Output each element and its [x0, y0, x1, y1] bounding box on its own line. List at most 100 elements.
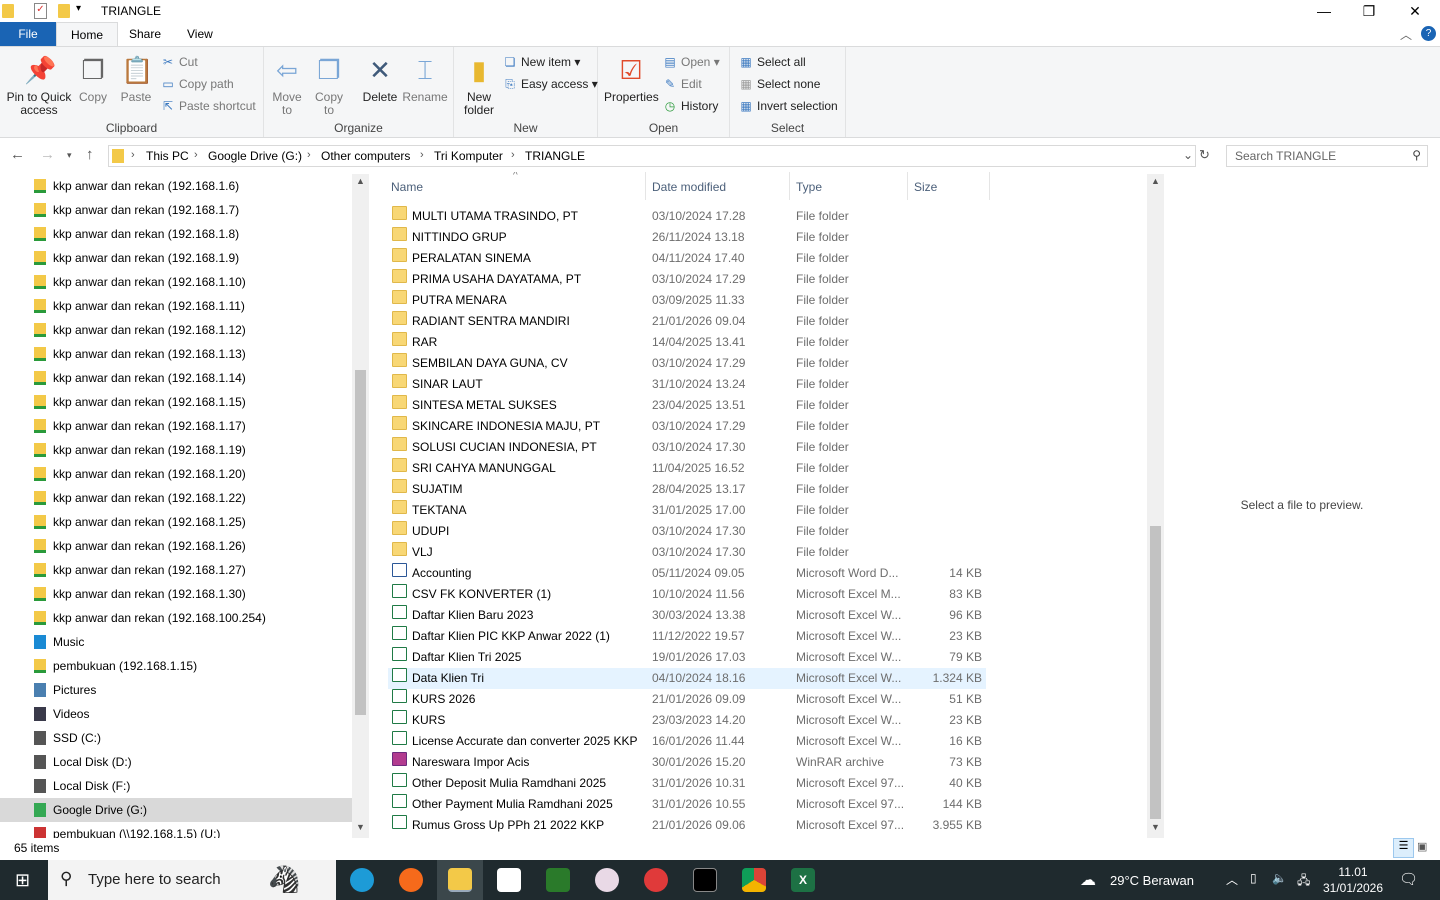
nav-item[interactable]: kkp anwar dan rekan (192.168.1.15) — [0, 390, 352, 414]
address-dropdown-chevron-icon[interactable]: ⌄ — [1183, 148, 1193, 162]
breadcrumb-separator[interactable]: › — [307, 149, 311, 161]
file-row[interactable]: Nareswara Impor Acis 30/01/2026 15.20 WinR… — [388, 752, 986, 773]
nav-item[interactable]: kkp anwar dan rekan (192.168.1.13) — [0, 342, 352, 366]
file-row[interactable]: UDUPI 03/10/2024 17.30 File folder — [388, 521, 986, 542]
nav-item[interactable]: kkp anwar dan rekan (192.168.1.11) — [0, 294, 352, 318]
file-row[interactable]: VLJ 03/10/2024 17.30 File folder — [388, 542, 986, 563]
nav-item[interactable]: Videos — [0, 702, 352, 726]
nav-item[interactable]: SSD (C:) — [0, 726, 352, 750]
nav-item[interactable]: kkp anwar dan rekan (192.168.1.25) — [0, 510, 352, 534]
microsoft-store-icon[interactable] — [497, 868, 521, 892]
history-button[interactable]: ◷ History — [662, 96, 719, 116]
easy-access-button[interactable]: ⎘ Easy access ▾ — [502, 74, 598, 94]
network-icon[interactable]: 🖧 — [1297, 871, 1310, 892]
customize-toolbar-icon[interactable]: ▾ — [76, 3, 81, 14]
file-row[interactable]: Daftar Klien Baru 2023 30/03/2024 13.38 Mi… — [388, 605, 986, 626]
nav-item[interactable]: kkp anwar dan rekan (192.168.1.26) — [0, 534, 352, 558]
close-button[interactable]: ✕ — [1392, 0, 1438, 22]
paste-shortcut-button[interactable]: ⇱ Paste shortcut — [160, 96, 256, 116]
chrome-icon[interactable] — [742, 868, 766, 892]
breadcrumb-tri-komputer[interactable]: Tri Komputer — [434, 149, 503, 163]
nav-item[interactable]: pembukuan (\\192.168.1.5) (U:) — [0, 822, 352, 838]
move-to-button[interactable]: ⇦ Move to — [270, 53, 304, 117]
nav-item[interactable]: kkp anwar dan rekan (192.168.1.27) — [0, 558, 352, 582]
nav-item[interactable]: kkp anwar dan rekan (192.168.1.20) — [0, 462, 352, 486]
app-icon-green[interactable] — [546, 868, 570, 892]
file-row[interactable]: Accounting 05/11/2024 09.05 Microsoft Word… — [388, 563, 986, 584]
copy-to-button[interactable]: ❐ Copy to — [312, 53, 346, 117]
file-row[interactable]: Data Klien Tri 04/10/2024 18.16 Microsoft … — [388, 668, 986, 689]
file-row[interactable]: SINAR LAUT 31/10/2024 13.24 File folder — [388, 374, 986, 395]
refresh-icon[interactable]: ↻ — [1199, 147, 1210, 163]
collapse-ribbon-icon[interactable]: ︿ — [1400, 26, 1412, 43]
file-row[interactable]: Daftar Klien PIC KKP Anwar 2022 (1) 11/12… — [388, 626, 986, 647]
nav-item[interactable]: pembukuan (192.168.1.15) — [0, 654, 352, 678]
back-arrow-icon[interactable]: ← — [10, 146, 25, 163]
open-button[interactable]: ▤ Open ▾ — [662, 52, 719, 72]
breadcrumb-separator[interactable]: › — [420, 149, 424, 161]
invert-selection-button[interactable]: ▦ Invert selection — [738, 96, 837, 116]
details-view-icon[interactable]: ☰ — [1393, 838, 1414, 858]
nav-item[interactable]: kkp anwar dan rekan (192.168.1.30) — [0, 582, 352, 606]
file-explorer-icon[interactable] — [448, 868, 472, 892]
nav-item[interactable]: kkp anwar dan rekan (192.168.1.8) — [0, 222, 352, 246]
notifications-icon[interactable]: 🗨 — [1399, 870, 1418, 888]
file-row[interactable]: RADIANT SENTRA MANDIRI 21/01/2026 09.04 Fi… — [388, 311, 986, 332]
terminal-icon[interactable] — [693, 868, 717, 892]
file-row[interactable]: SOLUSI CUCIAN INDONESIA, PT 03/10/2024 17… — [388, 437, 986, 458]
paste-button[interactable]: 📋 Paste — [118, 53, 154, 104]
nav-item[interactable]: Pictures — [0, 678, 352, 702]
nav-item[interactable]: Music — [0, 630, 352, 654]
breadcrumb-separator[interactable]: › — [131, 149, 135, 161]
clock[interactable]: 11.01 31/01/2026 — [1322, 864, 1384, 896]
file-row[interactable]: License Accurate dan converter 2025 KKP 1… — [388, 731, 986, 752]
nav-item[interactable]: kkp anwar dan rekan (192.168.1.9) — [0, 246, 352, 270]
nav-item[interactable]: kkp anwar dan rekan (192.168.1.10) — [0, 270, 352, 294]
delete-button[interactable]: ✕ Delete — [358, 53, 402, 104]
breadcrumb-other-computers[interactable]: Other computers — [321, 149, 410, 163]
tab-view[interactable]: View — [173, 22, 227, 46]
large-icons-view-icon[interactable]: ▣ — [1417, 840, 1433, 856]
nav-item[interactable]: kkp anwar dan rekan (192.168.1.14) — [0, 366, 352, 390]
maximize-button[interactable]: ❐ — [1346, 0, 1392, 22]
nav-item[interactable]: kkp anwar dan rekan (192.168.1.12) — [0, 318, 352, 342]
breadcrumb-this-pc[interactable]: This PC — [146, 149, 189, 163]
file-row[interactable]: Daftar Klien Tri 2025 19/01/2026 17.03 Mic… — [388, 647, 986, 668]
up-arrow-icon[interactable]: ↑ — [86, 146, 94, 163]
nav-item[interactable]: kkp anwar dan rekan (192.168.1.6) — [0, 174, 352, 198]
file-row[interactable]: CSV FK KONVERTER (1) 10/10/2024 11.56 Micr… — [388, 584, 986, 605]
nav-item[interactable]: kkp anwar dan rekan (192.168.100.254) — [0, 606, 352, 630]
nav-item[interactable]: kkp anwar dan rekan (192.168.1.19) — [0, 438, 352, 462]
file-row[interactable]: PUTRA MENARA 03/09/2025 11.33 File folder — [388, 290, 986, 311]
file-row[interactable]: SEMBILAN DAYA GUNA, CV 03/10/2024 17.29 Fi… — [388, 353, 986, 374]
scroll-down-icon[interactable]: ▼ — [1151, 822, 1160, 832]
file-row[interactable]: KURS 23/03/2023 14.20 Microsoft Excel W...… — [388, 710, 986, 731]
minimize-button[interactable]: — — [1301, 0, 1347, 22]
file-row[interactable]: KURS 2026 21/01/2026 09.09 Microsoft Excel… — [388, 689, 986, 710]
file-row[interactable]: SUJATIM 28/04/2025 13.17 File folder — [388, 479, 986, 500]
volume-icon[interactable]: 🔈 — [1272, 871, 1287, 885]
pin-quick-access-button[interactable]: 📌 Pin to Quick access — [4, 53, 74, 117]
device-icon[interactable]: ▯ — [1250, 871, 1257, 885]
file-row[interactable]: NITTINDO GRUP 26/11/2024 13.18 File folder — [388, 227, 986, 248]
navigation-scroll-thumb[interactable] — [355, 370, 366, 715]
file-row[interactable]: Rumus Gross Up PPh 21 2022 KKP 21/01/2026… — [388, 815, 986, 836]
firefox-icon[interactable] — [399, 868, 423, 892]
file-row-partial[interactable] — [388, 192, 986, 200]
app-icon-red-a[interactable] — [644, 868, 668, 892]
address-bar[interactable]: › This PC › Google Drive (G:) › Other co… — [108, 145, 1196, 167]
file-row[interactable]: PERALATAN SINEMA 04/11/2024 17.40 File fol… — [388, 248, 986, 269]
search-input[interactable]: Search TRIANGLE ⚲ — [1226, 145, 1428, 167]
properties-quick-icon[interactable]: ✓ — [34, 3, 47, 19]
app-icon-brain[interactable] — [595, 868, 619, 892]
breadcrumb-separator[interactable]: › — [194, 149, 198, 161]
file-row[interactable]: RAR 14/04/2025 13.41 File folder — [388, 332, 986, 353]
weather-text[interactable]: 29°C Berawan — [1110, 873, 1194, 888]
tab-home[interactable]: Home — [56, 22, 119, 46]
rename-button[interactable]: ⌶ Rename — [402, 53, 448, 104]
edge-icon[interactable] — [350, 868, 374, 892]
show-hidden-icons-icon[interactable]: ︿ — [1226, 871, 1238, 888]
file-row[interactable]: TEKTANA 31/01/2025 17.00 File folder — [388, 500, 986, 521]
scroll-up-icon[interactable]: ▲ — [1151, 176, 1160, 186]
taskbar-search-input[interactable]: ⚲ Type here to search 🦓 — [48, 860, 336, 900]
